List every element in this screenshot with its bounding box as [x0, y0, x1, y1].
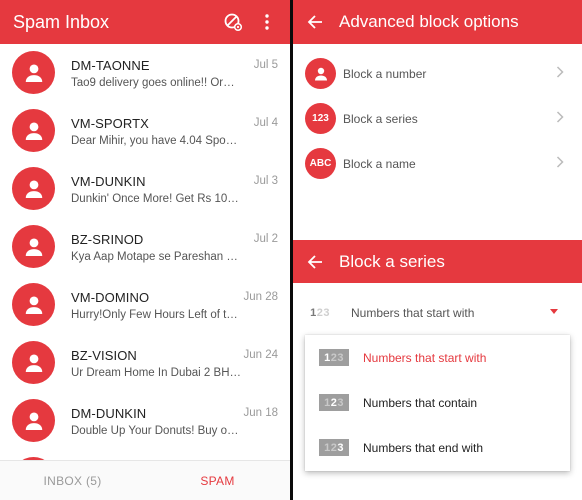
spam-inbox-app-bar: Spam Inbox	[0, 0, 290, 44]
block-series-option[interactable]: 123 Block a series	[293, 96, 582, 141]
badge-digit: 1	[324, 396, 331, 409]
message-row[interactable]: BZ-VISION Ur Dream Home In Dubai 2 BHK fl…	[0, 334, 290, 392]
message-snippet: Double Up Your Donuts! Buy one get one	[71, 425, 241, 437]
back-arrow-icon[interactable]	[305, 12, 325, 32]
message-date: Jul 5	[253, 59, 278, 71]
name-icon: ABC	[305, 148, 336, 179]
dropdown-caret-icon	[550, 309, 558, 314]
series-digits-icon: 123	[319, 394, 349, 411]
page-title: Spam Inbox	[13, 11, 110, 32]
message-sender: DM-DUNKIN	[71, 406, 147, 421]
series-digits-icon: 123	[319, 349, 349, 366]
person-icon	[12, 399, 55, 442]
message-sender: VM-DUNKIN	[71, 174, 146, 189]
message-date: Jun 28	[243, 291, 278, 303]
message-date: Jun 18	[243, 407, 278, 419]
badge-digit: 3	[337, 351, 344, 364]
badge-digit: 1	[324, 441, 331, 454]
tab-inbox[interactable]: INBOX (5)	[0, 461, 145, 500]
badge-digit: 3	[323, 307, 330, 319]
menu-item-series-type[interactable]: 1 2 3 Numbers that contain	[305, 380, 570, 425]
bottom-tab-bar: INBOX (5) SPAM	[0, 460, 290, 500]
message-snippet: Dunkin' Once More! Get Rs 100 off	[71, 193, 241, 205]
person-icon	[12, 167, 55, 210]
series-digits-icon: 123	[305, 305, 335, 322]
message-row[interactable]: VM-DUNKIN Dunkin' Once More! Get Rs 100 o…	[0, 160, 290, 218]
chevron-right-icon	[556, 65, 564, 83]
message-snippet: Dear Mihir, you have 4.04 Sportx points	[71, 135, 241, 147]
message-row-partial	[0, 450, 290, 460]
block-settings-icon[interactable]	[222, 11, 244, 33]
message-date: Jul 4	[253, 117, 278, 129]
message-date: Jul 2	[253, 233, 278, 245]
series-type-dropdown[interactable]: 123 Numbers that start with	[305, 300, 562, 326]
message-row[interactable]: VM-SPORTX Dear Mihir, you have 4.04 Sport…	[0, 102, 290, 160]
option-label: Block a name	[343, 156, 416, 171]
block-name-option[interactable]: ABC Block a name	[293, 141, 582, 186]
message-snippet: Tao9 delivery goes online!! Order now	[71, 77, 241, 89]
badge-digit: 2	[330, 396, 338, 409]
option-label: Block a number	[343, 66, 427, 81]
message-sender: VM-SPORTX	[71, 116, 149, 131]
message-row[interactable]: DM-DUNKIN Double Up Your Donuts! Buy one …	[0, 392, 290, 450]
message-date: Jul 3	[253, 175, 278, 187]
dropdown-selected-value: Numbers that start with	[351, 306, 475, 320]
message-snippet: Ur Dream Home In Dubai 2 BHK flats	[71, 367, 241, 379]
series-icon: 123	[305, 103, 336, 134]
message-snippet: Hurry!Only Few Hours Left of the offer	[71, 309, 241, 321]
badge-digit: 2	[330, 441, 338, 454]
menu-item-label: Numbers that contain	[363, 395, 478, 410]
badge-digit: 2	[316, 307, 324, 319]
menu-item-series-type[interactable]: 1 2 3 Numbers that end with	[305, 425, 570, 470]
message-sender: VM-DOMINO	[71, 290, 150, 305]
advanced-block-options-screen: Advanced block options Block a number 12…	[293, 0, 582, 240]
block-series-app-bar: Block a series	[293, 240, 582, 283]
tab-spam[interactable]: SPAM	[145, 461, 290, 500]
person-icon	[305, 58, 336, 89]
series-type-menu: 1 2 3 Numbers that start with 1 2 3 Numbers tha…	[305, 335, 570, 471]
person-icon	[12, 225, 55, 268]
badge-digit: 1	[310, 307, 317, 319]
person-icon	[12, 341, 55, 384]
message-row[interactable]: BZ-SRINOD Kya Aap Motape se Pareshan hain…	[0, 218, 290, 276]
back-arrow-icon[interactable]	[305, 252, 325, 272]
message-sender: DM-TAONNE	[71, 58, 150, 73]
block-number-option[interactable]: Block a number	[293, 51, 582, 96]
badge-digit: 1	[324, 351, 331, 364]
message-snippet: Kya Aap Motape se Pareshan hain?	[71, 251, 241, 263]
person-icon	[12, 109, 55, 152]
chevron-right-icon	[556, 110, 564, 128]
menu-item-series-type[interactable]: 1 2 3 Numbers that start with	[305, 335, 570, 380]
advanced-block-app-bar: Advanced block options	[293, 0, 582, 44]
person-icon	[12, 51, 55, 94]
person-icon	[12, 283, 55, 326]
message-date: Jun 24	[243, 349, 278, 361]
overflow-menu-icon[interactable]	[256, 11, 278, 33]
menu-item-label: Numbers that start with	[363, 350, 487, 365]
block-series-screen: Block a series 123 Numbers that start wi…	[293, 240, 582, 500]
series-digits-icon: 123	[319, 439, 349, 456]
message-row[interactable]: VM-DOMINO Hurry!Only Few Hours Left of th…	[0, 276, 290, 334]
message-sender: BZ-SRINOD	[71, 232, 144, 247]
chevron-right-icon	[556, 155, 564, 173]
badge-digit: 3	[337, 441, 344, 454]
option-label: Block a series	[343, 111, 418, 126]
message-list: DM-TAONNE Tao9 delivery goes online!! Ord…	[0, 44, 290, 460]
badge-digit: 3	[337, 396, 344, 409]
spam-inbox-screen: Spam Inbox DM-TAONNE Tao9 delivery goes o…	[0, 0, 290, 500]
page-title: Advanced block options	[339, 12, 519, 31]
page-title: Block a series	[339, 251, 445, 271]
message-sender: BZ-VISION	[71, 348, 137, 363]
message-row[interactable]: DM-TAONNE Tao9 delivery goes online!! Ord…	[0, 44, 290, 102]
menu-item-label: Numbers that end with	[363, 440, 484, 455]
badge-digit: 2	[330, 351, 338, 364]
